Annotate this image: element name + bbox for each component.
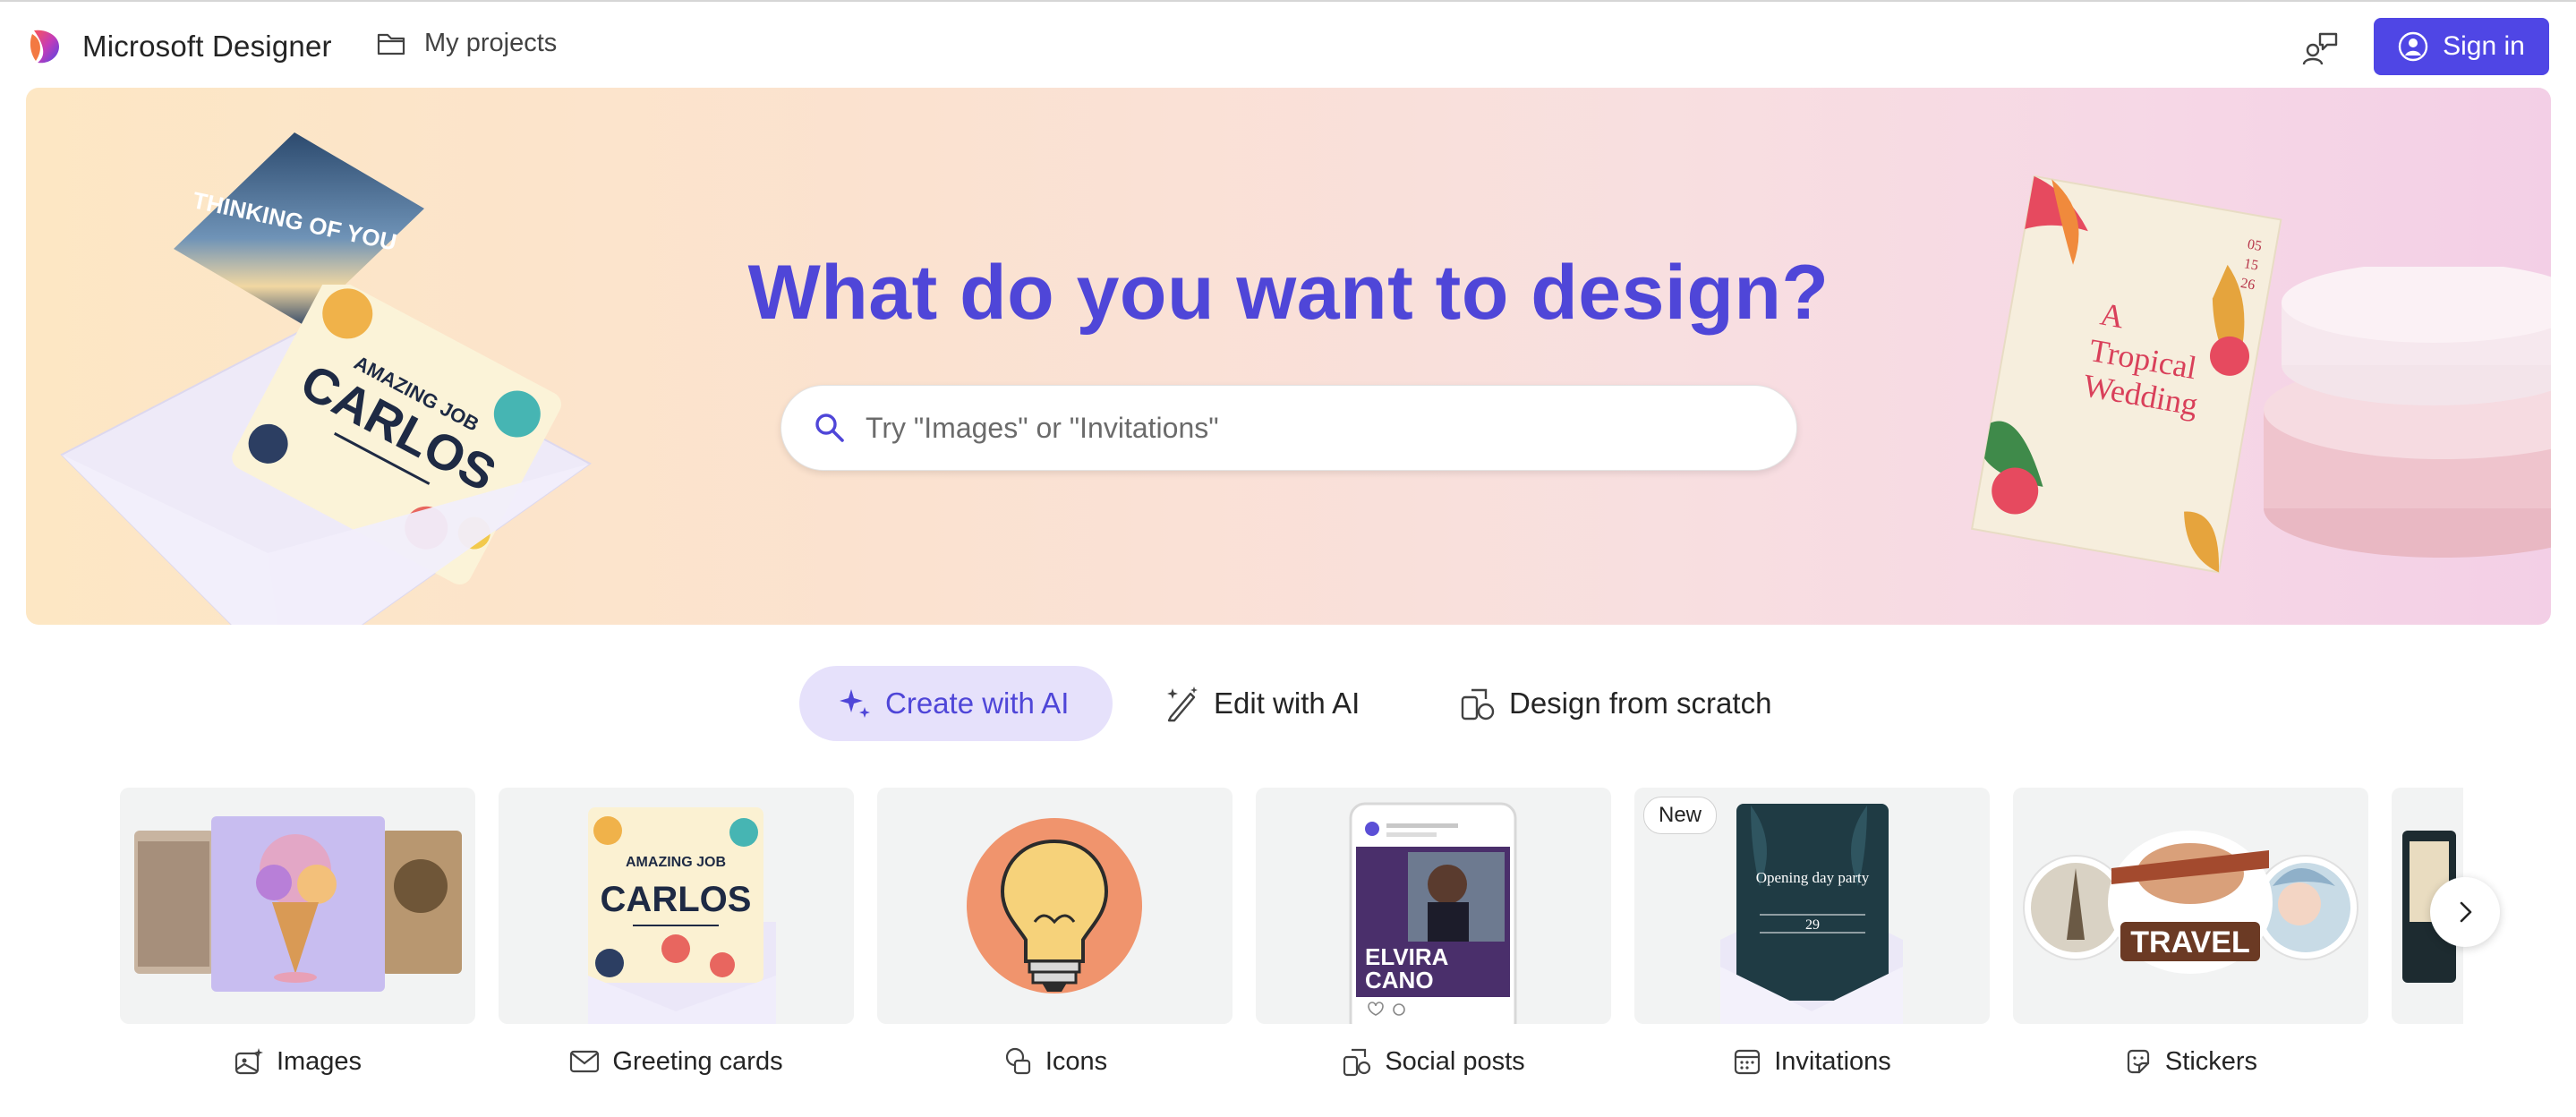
designer-logo-icon — [30, 30, 59, 64]
tab-design-from-scratch[interactable]: Design from scratch — [1459, 666, 1771, 741]
tab-create-with-ai-label: Create with AI — [885, 686, 1070, 720]
calendar-icon — [1735, 1049, 1761, 1075]
category-social-posts-label-row: Social posts — [1256, 1044, 1611, 1079]
category-stickers[interactable]: TRAVEL Stickers — [2013, 788, 2368, 1079]
category-icons-thumbnail — [877, 788, 1233, 1024]
social-thumb-name-2: CANO — [1365, 967, 1434, 993]
brand-name: Microsoft Designer — [82, 30, 332, 63]
chevron-right-icon — [2460, 901, 2472, 923]
feedback-icon — [2302, 32, 2338, 65]
sign-in-label: Sign in — [2443, 31, 2525, 61]
mail-icon — [570, 1050, 600, 1073]
invite-date-1: 05 — [2247, 237, 2264, 255]
ice-cream-collage-image — [134, 816, 462, 992]
magic-pen-icon — [1167, 686, 1198, 722]
category-social-posts-label: Social posts — [1385, 1046, 1525, 1076]
my-projects-link[interactable]: My projects — [376, 29, 557, 58]
search-icon — [815, 414, 844, 442]
category-images-thumbnail — [120, 788, 475, 1024]
greeting-thumb-top: AMAZING JOB — [626, 855, 726, 870]
tropical-wedding-invitation-image: 05 15 26 A Tropical Wedding — [1970, 175, 2282, 574]
category-icons-label-row: Icons — [877, 1044, 1233, 1079]
social-post-phone-image: ELVIRA CANO — [1349, 802, 1517, 1024]
category-images-label-row: Images — [120, 1044, 475, 1079]
design-ideas-icon — [1343, 1048, 1371, 1077]
category-greeting-cards-label-row: Greeting cards — [499, 1044, 854, 1079]
category-icons[interactable]: Icons — [877, 788, 1233, 1079]
invite-date-3: 26 — [2239, 276, 2256, 294]
new-badge: New — [1643, 797, 1718, 834]
category-stickers-label-row: Stickers — [2013, 1044, 2368, 1079]
category-images-label: Images — [276, 1046, 363, 1076]
tab-create-with-ai[interactable]: Create with AI — [799, 666, 1113, 741]
my-projects-label: My projects — [424, 29, 558, 57]
category-greeting-cards[interactable]: AMAZING JOB CARLOS Greeting cards — [499, 788, 854, 1079]
category-invitations[interactable]: Opening day party 29 New Invitations — [1634, 788, 1990, 1079]
user-circle-icon — [2398, 31, 2428, 62]
tab-design-from-scratch-label: Design from scratch — [1509, 686, 1772, 720]
category-social-posts-thumbnail: ELVIRA CANO — [1256, 788, 1611, 1024]
sparkle-icon — [840, 689, 870, 718]
lightbulb-icon-image — [967, 818, 1142, 993]
greeting-thumb-name: CARLOS — [601, 880, 752, 919]
invitation-thumb-title: Opening day party — [1756, 869, 1870, 886]
category-invitations-label: Invitations — [1774, 1046, 1891, 1076]
category-social-posts[interactable]: ELVIRA CANO Social posts — [1256, 788, 1611, 1079]
sticker-icon — [2127, 1049, 2150, 1074]
category-stickers-label: Stickers — [2164, 1046, 2258, 1076]
category-icons-label: Icons — [1045, 1046, 1108, 1076]
category-invitations-thumbnail: Opening day party 29 New — [1634, 788, 1990, 1024]
hero-banner: THINKING OF YOU AMAZING JOB CARLOS What … — [26, 88, 2551, 625]
design-tools-icon — [1461, 688, 1495, 721]
search-input[interactable] — [866, 411, 1761, 445]
travel-stickers-image: TRAVEL — [2023, 831, 2358, 974]
invitation-thumb-day: 29 — [1805, 917, 1820, 933]
invite-date-2: 15 — [2243, 256, 2260, 274]
category-stickers-thumbnail: TRAVEL — [2013, 788, 2368, 1024]
category-carousel: Images AMAZING JOB CARLOS Greeting cards… — [120, 788, 2463, 1083]
top-bar: Microsoft Designer My projects Sign in — [0, 0, 2576, 90]
greeting-card-image: AMAZING JOB CARLOS — [588, 807, 776, 1024]
category-greeting-cards-label: Greeting cards — [612, 1046, 783, 1076]
carousel-next-button[interactable] — [2430, 877, 2500, 947]
design-search-box[interactable] — [780, 385, 1797, 471]
brand[interactable]: Microsoft Designer — [29, 27, 332, 66]
feedback-button[interactable] — [2299, 27, 2341, 70]
tab-edit-with-ai[interactable]: Edit with AI — [1164, 666, 1360, 741]
sticker-thumb-text: TRAVEL — [2130, 925, 2249, 959]
sign-in-button[interactable]: Sign in — [2374, 18, 2549, 75]
category-images[interactable]: Images — [120, 788, 475, 1079]
category-greeting-cards-thumbnail: AMAZING JOB CARLOS — [499, 788, 854, 1024]
mode-tabs: Create with AI Edit with AI Design from … — [0, 666, 2576, 741]
image-sparkle-icon — [235, 1048, 263, 1075]
shapes-icon — [1005, 1047, 1030, 1075]
tab-edit-with-ai-label: Edit with AI — [1214, 686, 1361, 720]
folder-icon — [377, 33, 405, 55]
category-invitations-label-row: Invitations — [1634, 1044, 1990, 1079]
